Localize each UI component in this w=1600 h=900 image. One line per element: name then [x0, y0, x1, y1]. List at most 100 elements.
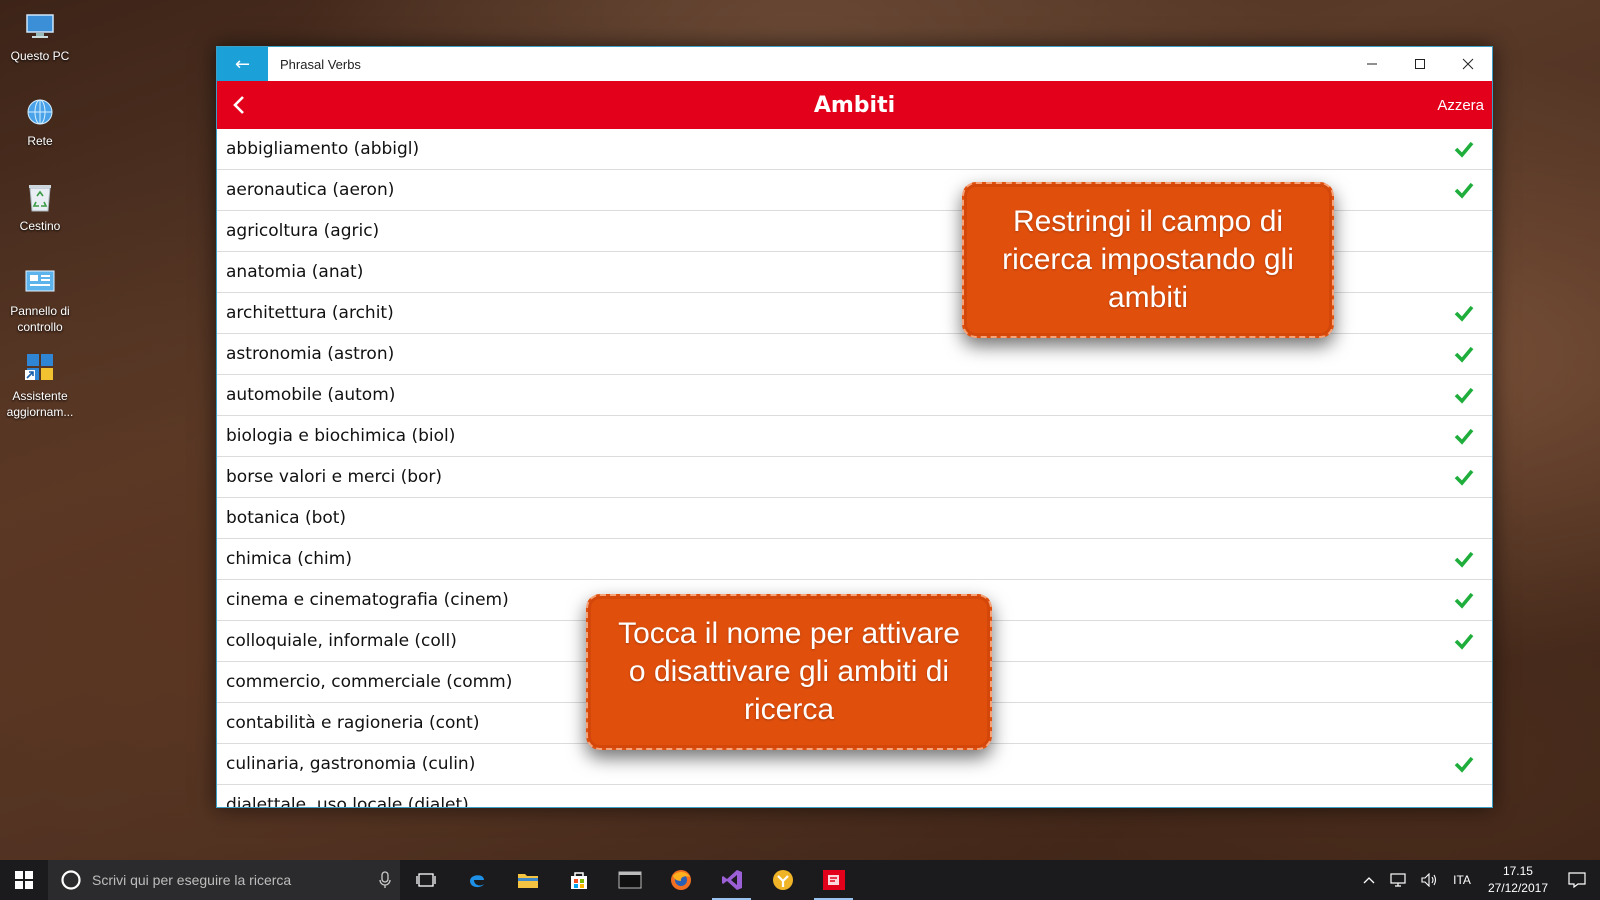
- system-tray: ITA 17.15 27/12/2017: [1356, 860, 1600, 900]
- back-button[interactable]: [217, 95, 253, 115]
- list-item-label: chimica (chim): [226, 549, 352, 569]
- taskbar-firefox[interactable]: [655, 860, 706, 900]
- computer-icon: [23, 10, 57, 44]
- list-item[interactable]: automobile (autom): [217, 375, 1492, 416]
- title-bar: ← Phrasal Verbs: [217, 47, 1492, 81]
- list-item[interactable]: astronomia (astron): [217, 334, 1492, 375]
- taskbar-app-yellow[interactable]: [757, 860, 808, 900]
- checkmark-icon: [1454, 387, 1474, 404]
- checkmark-icon: [1454, 551, 1474, 568]
- network-tray-icon[interactable]: [1382, 873, 1414, 887]
- desktop-icon-label: Pannello di controllo: [10, 304, 70, 334]
- list-item-label: borse valori e merci (bor): [226, 467, 443, 487]
- list-item[interactable]: dialettale, uso locale (dialet): [217, 785, 1492, 808]
- desktop-icon-label: Questo PC: [10, 49, 70, 63]
- task-view-button[interactable]: [400, 860, 451, 900]
- desktop-icon-update-assistant[interactable]: Assistente aggiornam...: [0, 346, 80, 431]
- taskbar-file-explorer[interactable]: [502, 860, 553, 900]
- close-button[interactable]: [1444, 47, 1492, 81]
- checkmark-icon: [1454, 508, 1474, 528]
- update-assistant-icon: [23, 350, 57, 384]
- checkmark-icon: [1454, 305, 1474, 322]
- list-item[interactable]: biologia e biochimica (biol): [217, 416, 1492, 457]
- list-item[interactable]: chimica (chim): [217, 539, 1492, 580]
- start-button[interactable]: [0, 860, 48, 900]
- list-item-label: culinaria, gastronomia (culin): [226, 754, 476, 774]
- checkmark-icon: [1454, 428, 1474, 445]
- list-item[interactable]: culinaria, gastronomia (culin): [217, 744, 1492, 785]
- maximize-button[interactable]: [1396, 47, 1444, 81]
- taskbar-store[interactable]: [553, 860, 604, 900]
- checkmark-icon: [1454, 672, 1474, 692]
- callout-restrict-search: Restringi il campo di ricerca impostando…: [962, 182, 1334, 338]
- callout-toggle-domains: Tocca il nome per attivare o disattivare…: [586, 594, 992, 750]
- checkmark-icon: [1454, 262, 1474, 282]
- reset-button[interactable]: Azzera: [1437, 97, 1484, 114]
- list-item-label: automobile (autom): [226, 385, 396, 405]
- page-title: Ambiti: [813, 92, 896, 118]
- clock-time: 17.15: [1502, 864, 1533, 878]
- windows-logo-icon: [15, 871, 33, 889]
- desktop-icon-this-pc[interactable]: Questo PC: [0, 6, 80, 91]
- recycle-bin-icon: [23, 180, 57, 214]
- control-panel-icon: [23, 265, 57, 299]
- desktop-icon-label: Rete: [27, 134, 53, 148]
- desktop-icon-recycle-bin[interactable]: Cestino: [0, 176, 80, 261]
- minimize-icon: [1367, 63, 1377, 65]
- list-item-label: abbigliamento (abbigl): [226, 139, 420, 159]
- list-item-label: dialettale, uso locale (dialet): [226, 795, 469, 808]
- edge-icon: [469, 875, 484, 888]
- checkmark-icon: [1454, 756, 1474, 773]
- checkmark-icon: [1454, 713, 1474, 733]
- arrow-left-icon: ←: [234, 53, 251, 75]
- app-header: Ambiti Azzera: [217, 81, 1492, 129]
- taskbar-visual-studio[interactable]: [706, 860, 757, 900]
- checkmark-icon: [1454, 346, 1474, 363]
- list-item-label: astronomia (astron): [226, 344, 395, 364]
- desktop-icon-network[interactable]: Rete: [0, 91, 80, 176]
- list-item-label: botanica (bot): [226, 508, 347, 528]
- store-icon: [570, 872, 587, 889]
- list-item[interactable]: botanica (bot): [217, 498, 1492, 539]
- visual-studio-icon: [721, 870, 742, 890]
- checkmark-icon: [1454, 182, 1474, 199]
- cortana-icon: [61, 870, 81, 890]
- maximize-icon: [1415, 59, 1425, 69]
- checkmark-icon: [1454, 221, 1474, 241]
- close-icon: [1462, 58, 1474, 70]
- checkmark-icon: [1454, 141, 1474, 158]
- checkmark-icon: [1454, 592, 1474, 609]
- taskbar-edge[interactable]: [451, 860, 502, 900]
- window-back-button[interactable]: ←: [217, 47, 268, 81]
- chevron-left-icon: [233, 96, 244, 114]
- taskbar-phrasal-verbs[interactable]: [808, 860, 859, 900]
- checkmark-icon: [1454, 633, 1474, 650]
- minimize-button[interactable]: [1348, 47, 1396, 81]
- clock-date: 27/12/2017: [1487, 881, 1548, 895]
- clock[interactable]: 17.15 27/12/2017: [1478, 863, 1558, 897]
- list-item-label: biologia e biochimica (biol): [226, 426, 456, 446]
- terminal-icon: [618, 871, 641, 889]
- microphone-icon[interactable]: [370, 871, 400, 889]
- task-view-icon: [415, 873, 436, 887]
- chevron-up-icon[interactable]: [1356, 876, 1382, 884]
- list-item[interactable]: borse valori e merci (bor): [217, 457, 1492, 498]
- folder-icon: [517, 874, 538, 888]
- checkmark-icon: [1454, 795, 1474, 808]
- language-indicator[interactable]: ITA: [1446, 873, 1478, 887]
- taskbar-search[interactable]: Scrivi qui per eseguire la ricerca: [48, 860, 400, 900]
- volume-icon[interactable]: [1414, 873, 1446, 887]
- desktop-icon-label: Cestino: [19, 219, 61, 233]
- notifications-icon[interactable]: [1558, 872, 1600, 888]
- desktop-icons: Questo PC Rete Cestino Pannello di contr…: [0, 6, 80, 431]
- desktop-icon-label: Assistente aggiornam...: [6, 389, 74, 419]
- firefox-icon: [670, 870, 691, 890]
- window-title: Phrasal Verbs: [280, 56, 361, 72]
- taskbar-terminal[interactable]: [604, 860, 655, 900]
- network-icon: [23, 95, 57, 129]
- desktop-icon-control-panel[interactable]: Pannello di controllo: [0, 261, 80, 346]
- checkmark-icon: [1454, 469, 1474, 486]
- list-item[interactable]: abbigliamento (abbigl): [217, 129, 1492, 170]
- app-yellow-icon: [772, 870, 793, 890]
- search-placeholder: Scrivi qui per eseguire la ricerca: [92, 872, 292, 888]
